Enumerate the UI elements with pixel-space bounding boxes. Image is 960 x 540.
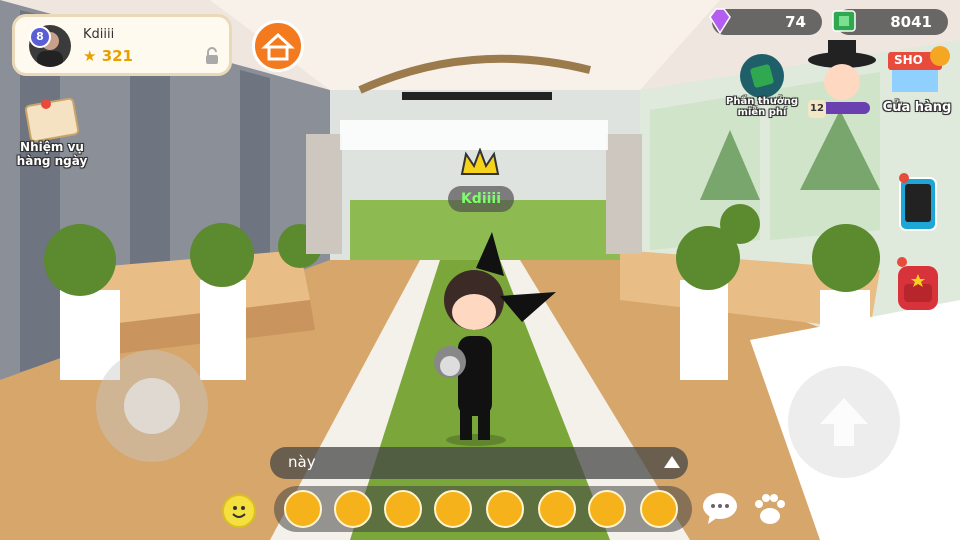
backpack-button[interactable] (892, 254, 944, 316)
shop-label: Cửa hàng (882, 100, 952, 115)
lock-icon[interactable] (203, 47, 221, 65)
crown-icon (460, 148, 500, 175)
map-pin-icon (41, 99, 51, 109)
cash-count: 8041 (890, 13, 932, 31)
arrow-up-icon (820, 398, 868, 446)
emote-slot-3[interactable] (384, 490, 422, 528)
gem-icon (709, 8, 731, 35)
gem-count: 74 (785, 13, 806, 31)
username: Kdiiii (83, 27, 115, 42)
emote-slot-1[interactable] (284, 490, 322, 528)
chat-expand-icon[interactable] (664, 456, 680, 468)
joystick-knob[interactable] (124, 378, 180, 434)
emote-slot-4[interactable] (434, 490, 472, 528)
speech-bubble-button[interactable] (700, 490, 740, 526)
profile-card[interactable]: 8 Kdiiii ★ 321 (12, 14, 232, 76)
star-icon: ★ (83, 47, 97, 65)
home-icon (261, 32, 295, 61)
emote-slot-6[interactable] (538, 490, 576, 528)
emote-slot-2[interactable] (334, 490, 372, 528)
smile-icon (232, 506, 246, 518)
shop-sign-text: SHO (894, 53, 923, 67)
speech-bubble-icon (703, 493, 737, 524)
chat-text: này (288, 453, 316, 471)
daily-quest-button[interactable]: Nhiệm vụ hàng ngày (6, 94, 98, 180)
star-count: ★ 321 (83, 47, 133, 65)
character-level: 12 (808, 100, 826, 118)
character-profile-button[interactable]: 12 (806, 40, 878, 120)
level-badge: 8 (29, 26, 51, 48)
emote-bar (274, 486, 692, 532)
phone-button[interactable] (894, 172, 944, 234)
emote-slot-7[interactable] (588, 490, 626, 528)
emoji-button[interactable] (222, 494, 256, 528)
backpack-icon (897, 257, 938, 310)
gem-counter[interactable]: 74 (709, 8, 822, 35)
player-nametag: Kdiiii (448, 186, 514, 212)
phone-icon (899, 173, 937, 231)
daily-quest-label: Nhiệm vụ hàng ngày (16, 140, 88, 168)
home-button[interactable] (252, 20, 304, 72)
cash-icon (832, 10, 856, 32)
star-count-value: 321 (101, 47, 133, 65)
emote-slot-8[interactable] (640, 490, 678, 528)
paw-icon (755, 494, 785, 524)
free-reward-button[interactable]: Phần thưởng miễn phí (726, 52, 798, 120)
gift-icon (740, 54, 784, 98)
cash-counter[interactable]: 8041 (832, 9, 948, 35)
pet-button[interactable] (750, 490, 790, 528)
emote-slot-5[interactable] (486, 490, 524, 528)
shop-button[interactable]: SHO Cửa hàng (878, 46, 956, 120)
jump-button[interactable] (788, 366, 900, 478)
movement-joystick[interactable] (96, 350, 208, 462)
quest-scroll-icon (24, 97, 80, 143)
free-reward-label: Phần thưởng miễn phí (726, 96, 798, 118)
chat-input[interactable]: này (270, 447, 688, 479)
